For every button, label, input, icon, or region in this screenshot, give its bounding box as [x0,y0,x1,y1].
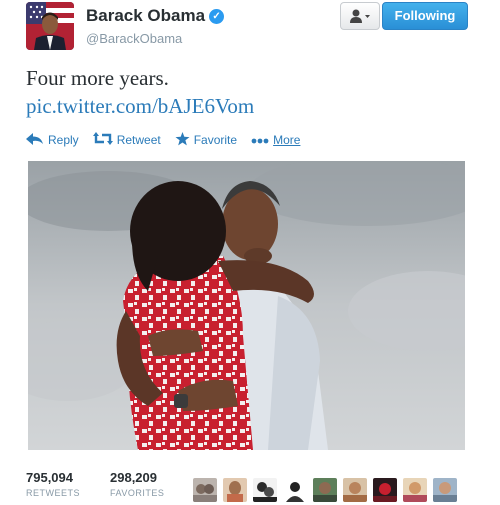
retweets-label: RETWEETS [26,488,81,498]
reply-label: Reply [48,133,79,147]
verified-badge-icon: ✓ [209,9,225,24]
ellipsis-icon [251,133,269,147]
tweet-header: Barack Obama ✓ @BarackObama Following [22,2,478,50]
favoriter-avatar[interactable] [283,478,307,502]
favorites-count: 298,209 [110,470,157,485]
retweet-icon [92,132,113,148]
chevron-down-icon [365,15,370,18]
favoriter-avatar[interactable] [223,478,247,502]
retweets-count: 795,094 [26,470,73,485]
retweet-button[interactable]: Retweet [92,132,161,148]
favorite-button[interactable]: Favorite [175,131,238,149]
author-avatar[interactable] [26,2,74,50]
favorite-label: Favorite [193,133,238,147]
reply-arrow-icon [26,132,44,148]
author-handle[interactable]: @BarackObama [86,31,182,46]
more-label: More [273,133,301,147]
retweets-stat[interactable]: 795,094 RETWEETS [26,470,80,500]
more-button[interactable]: More [251,133,300,147]
favoriter-avatar[interactable] [373,478,397,502]
favoriter-avatar[interactable] [403,478,427,502]
favoriter-avatar[interactable] [253,478,277,502]
reply-button[interactable]: Reply [26,132,79,148]
tweet-actions: Reply Retweet Favorite More [26,130,314,150]
favorites-stat[interactable]: 298,209 FAVORITES [110,470,164,500]
favoriter-avatar[interactable] [433,478,457,502]
retweet-label: Retweet [116,133,161,147]
favoriter-avatar[interactable] [343,478,367,502]
favorites-label: FAVORITES [110,488,165,498]
star-icon [175,131,190,149]
user-icon [350,9,370,23]
following-button[interactable]: Following [382,2,468,30]
tweet-media-link[interactable]: pic.twitter.com/bAJE6Vom [26,92,254,120]
tweet-photo[interactable] [28,161,465,450]
favoriter-avatar[interactable] [313,478,337,502]
tweet-text: Four more years. [26,66,169,90]
user-actions-dropdown[interactable] [340,2,380,30]
favoriter-avatars [193,478,463,502]
favoriter-avatar[interactable] [193,478,217,502]
author-name[interactable]: Barack Obama ✓ [86,6,225,26]
